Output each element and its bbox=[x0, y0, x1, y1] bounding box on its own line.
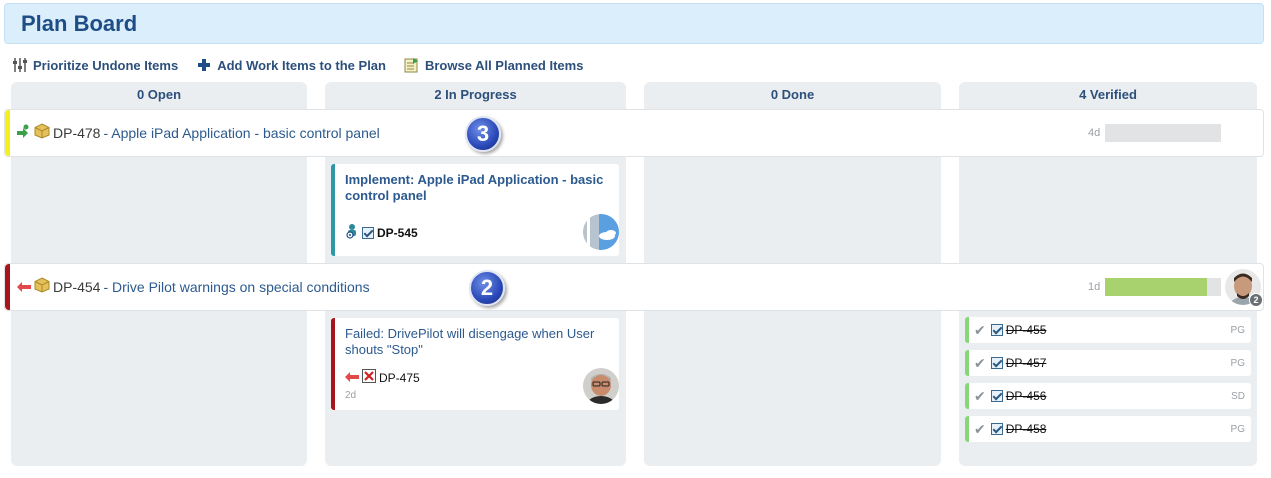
verified-item-id[interactable]: DP-457 bbox=[1006, 356, 1047, 370]
row-title[interactable]: - Drive Pilot warnings on special condit… bbox=[103, 279, 369, 295]
avatar[interactable] bbox=[583, 368, 619, 404]
package-icon bbox=[34, 123, 50, 142]
verified-check-icon: ✔ bbox=[974, 387, 986, 404]
row-id[interactable]: DP-478 bbox=[53, 125, 100, 141]
forward-arrow-icon bbox=[17, 124, 31, 141]
prioritize-label: Prioritize Undone Items bbox=[33, 57, 179, 73]
avatar-count-badge: 2 bbox=[1249, 293, 1263, 307]
verified-item-id[interactable]: DP-458 bbox=[1006, 422, 1047, 436]
row-header: DP-454 - Drive Pilot warnings on special… bbox=[17, 277, 370, 296]
browse-icon bbox=[404, 57, 420, 73]
back-arrow-icon bbox=[345, 371, 359, 385]
add-work-items-label: Add Work Items to the Plan bbox=[217, 57, 386, 73]
verified-item[interactable]: ✔ DP-456 SD bbox=[965, 383, 1251, 409]
verified-item-id[interactable]: DP-455 bbox=[1006, 323, 1047, 337]
column-title: 2 In Progress bbox=[434, 87, 517, 102]
verified-item-id[interactable]: DP-456 bbox=[1006, 389, 1047, 403]
row-id[interactable]: DP-454 bbox=[53, 279, 100, 295]
work-item-card[interactable]: Implement: Apple iPad Application - basi… bbox=[331, 164, 619, 256]
time-label: 4d bbox=[1088, 127, 1101, 139]
owner-initials: PG bbox=[1230, 324, 1245, 336]
owner-initials: PG bbox=[1230, 423, 1245, 435]
task-checkbox-icon bbox=[362, 226, 374, 239]
row-title[interactable]: - Apple iPad Application - basic control… bbox=[103, 125, 379, 141]
progress-bar bbox=[1105, 278, 1221, 296]
failed-test-icon bbox=[362, 369, 376, 386]
avatar[interactable]: 2 bbox=[1225, 269, 1263, 307]
plus-icon bbox=[196, 57, 212, 73]
owner-initials: SD bbox=[1231, 390, 1245, 402]
row-header: DP-478 - Apple iPad Application - basic … bbox=[17, 123, 380, 142]
progress-bar bbox=[1105, 124, 1221, 142]
browse-planned-label: Browse All Planned Items bbox=[424, 57, 584, 73]
column-title: 0 Done bbox=[770, 87, 815, 102]
user-settings-icon bbox=[345, 223, 359, 242]
back-arrow-icon bbox=[17, 279, 31, 295]
work-item-card[interactable]: Failed: DrivePilot will disengage when U… bbox=[331, 318, 619, 410]
verified-item[interactable]: ✔ DP-455 PG bbox=[965, 317, 1251, 343]
owner-initials: PG bbox=[1230, 357, 1245, 369]
card-id[interactable]: DP-475 bbox=[379, 371, 420, 385]
priority-stripe bbox=[5, 264, 10, 310]
task-checkbox-icon bbox=[990, 423, 1003, 435]
verified-check-icon: ✔ bbox=[974, 321, 986, 338]
column-title: 4 Verified bbox=[1079, 87, 1137, 102]
task-checkbox-icon bbox=[990, 357, 1003, 369]
verified-check-icon: ✔ bbox=[974, 354, 986, 371]
avatar[interactable] bbox=[583, 214, 619, 250]
task-checkbox-icon bbox=[990, 390, 1003, 402]
prioritize-button[interactable]: Prioritize Undone Items bbox=[12, 57, 178, 73]
page-title: Plan Board bbox=[21, 11, 138, 36]
card-footer: DP-545 bbox=[345, 223, 418, 242]
task-checkbox-icon bbox=[990, 324, 1003, 336]
package-icon bbox=[34, 277, 50, 296]
card-id[interactable]: DP-545 bbox=[377, 226, 418, 240]
card-footer: DP-475 bbox=[345, 369, 420, 386]
priority-stripe bbox=[5, 110, 10, 156]
card-title[interactable]: Implement: Apple iPad Application - basi… bbox=[345, 172, 609, 204]
column-title: 0 Open bbox=[136, 87, 182, 102]
verified-check-icon: ✔ bbox=[974, 420, 986, 437]
plan-row[interactable]: DP-478 - Apple iPad Application - basic … bbox=[4, 109, 1264, 157]
verified-item[interactable]: ✔ DP-457 PG bbox=[965, 350, 1251, 376]
verified-item[interactable]: ✔ DP-458 PG bbox=[965, 416, 1251, 442]
plan-row[interactable]: DP-454 - Drive Pilot warnings on special… bbox=[4, 263, 1264, 311]
rank-badge: 2 bbox=[469, 270, 505, 306]
age-label: 2d bbox=[345, 390, 357, 401]
toolbar: Prioritize Undone Items Add Work Items t… bbox=[12, 54, 583, 76]
rank-badge: 3 bbox=[465, 116, 501, 152]
progress-fill bbox=[1105, 278, 1208, 296]
sliders-icon bbox=[12, 57, 28, 73]
page-header: Plan Board bbox=[4, 3, 1264, 44]
add-work-items-button[interactable]: Add Work Items to the Plan bbox=[196, 57, 386, 73]
card-title[interactable]: Failed: DrivePilot will disengage when U… bbox=[345, 326, 609, 358]
browse-planned-button[interactable]: Browse All Planned Items bbox=[404, 57, 583, 73]
time-label: 1d bbox=[1088, 281, 1101, 293]
